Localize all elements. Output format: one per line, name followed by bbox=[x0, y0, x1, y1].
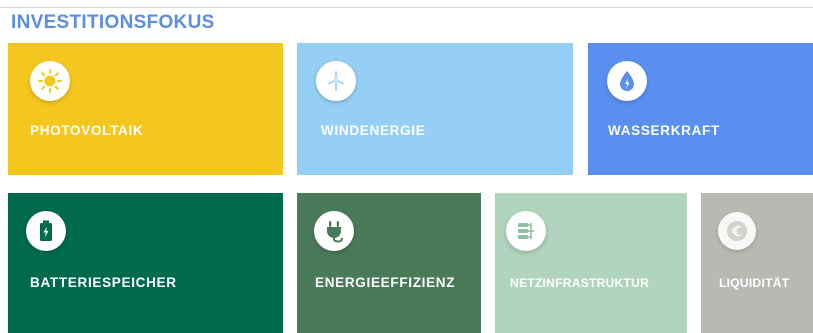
euro-icon bbox=[718, 212, 756, 250]
tile-photovoltaik[interactable]: PHOTOVOLTAIK bbox=[8, 43, 283, 175]
sun-icon bbox=[30, 61, 70, 101]
section-heading: INVESTITIONSFOKUS bbox=[11, 12, 215, 33]
tile-label: PHOTOVOLTAIK bbox=[30, 123, 144, 138]
tile-label: WASSERKRAFT bbox=[608, 123, 720, 138]
tile-label: ENERGIEEFFIZIENZ bbox=[315, 275, 456, 290]
tile-liquiditaet[interactable]: LIQUIDITÄT bbox=[701, 193, 813, 333]
tile-label: NETZINFRASTRUKTUR bbox=[510, 276, 650, 290]
tile-batteriespeicher[interactable]: BATTERIESPEICHER bbox=[8, 193, 283, 333]
tile-netzinfrastruktur[interactable]: NETZINFRASTRUKTUR bbox=[495, 193, 687, 333]
tile-wasserkraft[interactable]: WASSERKRAFT bbox=[588, 43, 813, 175]
tile-label: WINDENERGIE bbox=[321, 123, 426, 138]
top-divider bbox=[0, 7, 813, 8]
plug-icon bbox=[314, 211, 354, 251]
network-icon bbox=[506, 211, 546, 251]
wind-turbine-icon bbox=[316, 61, 356, 101]
tile-windenergie[interactable]: WINDENERGIE bbox=[297, 43, 573, 175]
tile-label: LIQUIDITÄT bbox=[719, 276, 790, 290]
tile-energieeffizienz[interactable]: ENERGIEEFFIZIENZ bbox=[297, 193, 481, 333]
tile-label: BATTERIESPEICHER bbox=[30, 275, 177, 290]
battery-icon bbox=[26, 211, 66, 251]
water-drop-icon bbox=[607, 61, 647, 101]
